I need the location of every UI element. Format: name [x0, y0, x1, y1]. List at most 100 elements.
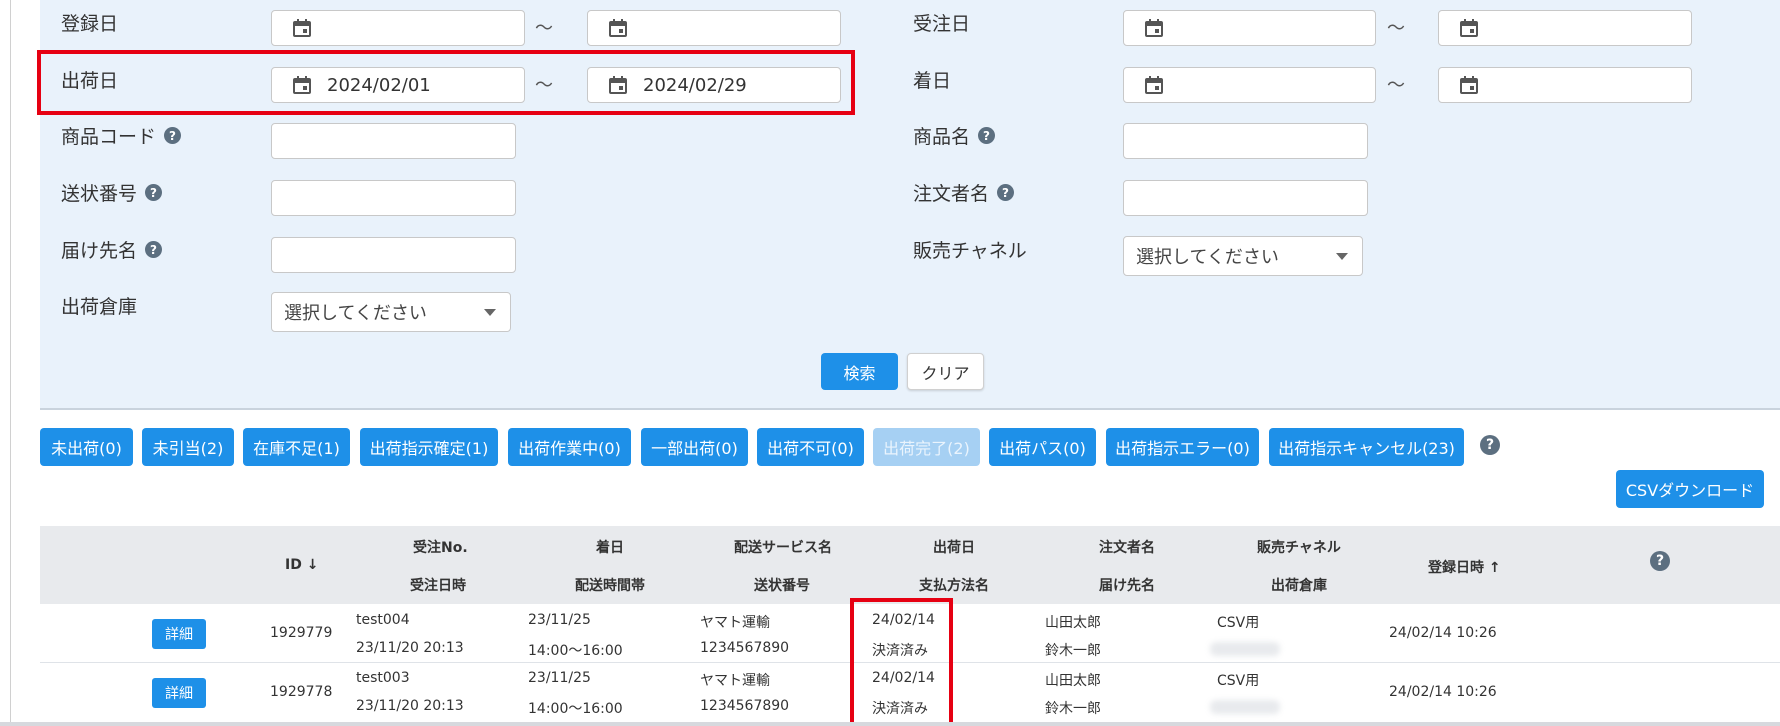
warehouse-select[interactable]: 選択してください — [271, 292, 511, 332]
filter-partial-shipment-button[interactable]: 一部出荷(0) — [641, 428, 748, 466]
row-warehouse-blurred — [1210, 642, 1280, 656]
order-date-label: 受注日 — [913, 13, 971, 35]
header-id-label: ID — [285, 557, 302, 573]
header-tracking: 送状番号 — [754, 578, 810, 594]
row-warehouse-blurred — [1210, 700, 1280, 714]
row-arrival: 23/11/25 — [528, 670, 591, 686]
order-date-to-input[interactable] — [1438, 10, 1692, 46]
product-name-label: 商品名? — [913, 122, 996, 149]
clear-button[interactable]: クリア — [907, 353, 984, 390]
header-warehouse: 出荷倉庫 — [1271, 578, 1327, 594]
help-icon[interactable]: ? — [978, 127, 996, 144]
filter-instruction-cancel-button[interactable]: 出荷指示キャンセル(23) — [1269, 428, 1464, 466]
help-icon[interactable]: ? — [145, 184, 163, 201]
header-arrival: 着日 — [596, 540, 624, 556]
calendar-icon — [1460, 76, 1478, 94]
csv-download-button[interactable]: CSVダウンロード — [1616, 470, 1764, 508]
ship-date-column-highlight-box — [850, 598, 953, 726]
orderer-name-label: 注文者名? — [913, 179, 1015, 206]
arrival-date-from-input[interactable] — [1123, 67, 1376, 103]
product-name-label-text: 商品名 — [913, 126, 971, 148]
help-icon[interactable]: ? — [145, 241, 163, 258]
registration-date-to-input[interactable] — [587, 10, 841, 46]
header-ship-date: 出荷日 — [933, 540, 975, 556]
header-id[interactable]: ID ↓ — [285, 557, 318, 573]
registration-date-label: 登録日 — [61, 13, 119, 35]
row-registered: 24/02/14 10:26 — [1389, 625, 1497, 641]
range-separator: ～ — [1387, 75, 1405, 96]
row-service: ヤマト運輸 — [700, 673, 770, 689]
chevron-down-icon — [484, 309, 496, 316]
range-separator: ～ — [1387, 18, 1405, 39]
tracking-number-label: 送状番号? — [61, 179, 163, 206]
calendar-icon — [1145, 76, 1163, 94]
recipient-name-label: 届け先名? — [61, 236, 163, 263]
row-delivery-time: 14:00〜16:00 — [528, 701, 623, 717]
arrival-date-to-input[interactable] — [1438, 67, 1692, 103]
filter-unshipped-button[interactable]: 未出荷(0) — [40, 428, 133, 466]
filter-shipped-button[interactable]: 出荷完了(2) — [873, 428, 980, 466]
warehouse-selected: 選択してください — [284, 303, 427, 324]
product-name-input[interactable] — [1123, 123, 1368, 159]
filter-instruction-error-button[interactable]: 出荷指示エラー(0) — [1106, 428, 1259, 466]
row-tracking: 1234567890 — [700, 640, 790, 656]
filter-not-shippable-button[interactable]: 出荷不可(0) — [757, 428, 864, 466]
header-delivery-time: 配送時間帯 — [575, 578, 645, 594]
help-icon[interactable]: ? — [1650, 551, 1670, 571]
row-recipient: 鈴木一郎 — [1045, 701, 1101, 717]
header-registered-label: 登録日時 — [1428, 560, 1484, 576]
row-arrival: 23/11/25 — [528, 612, 591, 628]
orderer-name-label-text: 注文者名 — [913, 183, 990, 205]
product-code-input[interactable] — [271, 123, 516, 159]
filter-in-progress-button[interactable]: 出荷作業中(0) — [508, 428, 631, 466]
row-id: 1929779 — [270, 625, 333, 641]
row-order-datetime: 23/11/20 20:13 — [356, 640, 464, 656]
header-registered[interactable]: 登録日時 ↑ — [1428, 557, 1501, 577]
row-recipient: 鈴木一郎 — [1045, 643, 1101, 659]
arrival-date-label: 着日 — [913, 70, 952, 92]
chevron-down-icon — [1336, 253, 1348, 260]
row-orderer: 山田太郎 — [1045, 673, 1101, 689]
arrow-up-icon: ↑ — [1488, 560, 1501, 576]
sales-channel-selected: 選択してください — [1136, 247, 1279, 268]
calendar-icon — [293, 19, 311, 37]
header-orderer: 注文者名 — [1099, 540, 1155, 556]
left-border — [10, 0, 11, 726]
row-channel: CSV用 — [1217, 673, 1260, 689]
registration-date-from-input[interactable] — [271, 10, 525, 46]
tracking-number-label-text: 送状番号 — [61, 183, 138, 205]
sales-channel-label: 販売チャネル — [913, 240, 1027, 262]
arrow-down-icon: ↓ — [306, 557, 319, 573]
help-icon[interactable]: ? — [164, 127, 182, 144]
search-button[interactable]: 検索 — [821, 353, 898, 390]
calendar-icon — [609, 19, 627, 37]
recipient-name-input[interactable] — [271, 237, 516, 273]
header-order-no: 受注No. — [413, 540, 468, 556]
detail-button[interactable]: 詳細 — [152, 619, 206, 649]
sales-channel-select[interactable]: 選択してください — [1123, 236, 1363, 276]
tracking-number-input[interactable] — [271, 180, 516, 216]
row-registered: 24/02/14 10:26 — [1389, 684, 1497, 700]
calendar-icon — [1145, 19, 1163, 37]
filter-shipping-pass-button[interactable]: 出荷パス(0) — [989, 428, 1096, 466]
row-delivery-time: 14:00〜16:00 — [528, 643, 623, 659]
detail-button[interactable]: 詳細 — [152, 678, 206, 708]
orderer-name-input[interactable] — [1123, 180, 1368, 216]
warehouse-label: 出荷倉庫 — [61, 296, 138, 318]
product-code-label-text: 商品コード — [61, 126, 157, 148]
row-order-datetime: 23/11/20 20:13 — [356, 698, 464, 714]
row-id: 1929778 — [270, 684, 333, 700]
header-recipient: 届け先名 — [1099, 578, 1155, 594]
row-orderer: 山田太郎 — [1045, 615, 1101, 631]
bottom-border — [0, 722, 1780, 726]
filter-unallocated-button[interactable]: 未引当(2) — [142, 428, 234, 466]
help-icon[interactable]: ? — [997, 184, 1015, 201]
row-tracking: 1234567890 — [700, 698, 790, 714]
filter-out-of-stock-button[interactable]: 在庫不足(1) — [243, 428, 350, 466]
row-channel: CSV用 — [1217, 615, 1260, 631]
order-date-from-input[interactable] — [1123, 10, 1376, 46]
header-service: 配送サービス名 — [734, 540, 832, 556]
filter-instruction-confirmed-button[interactable]: 出荷指示確定(1) — [360, 428, 498, 466]
help-icon[interactable]: ? — [1480, 435, 1500, 455]
row-order-no: test003 — [356, 670, 410, 686]
